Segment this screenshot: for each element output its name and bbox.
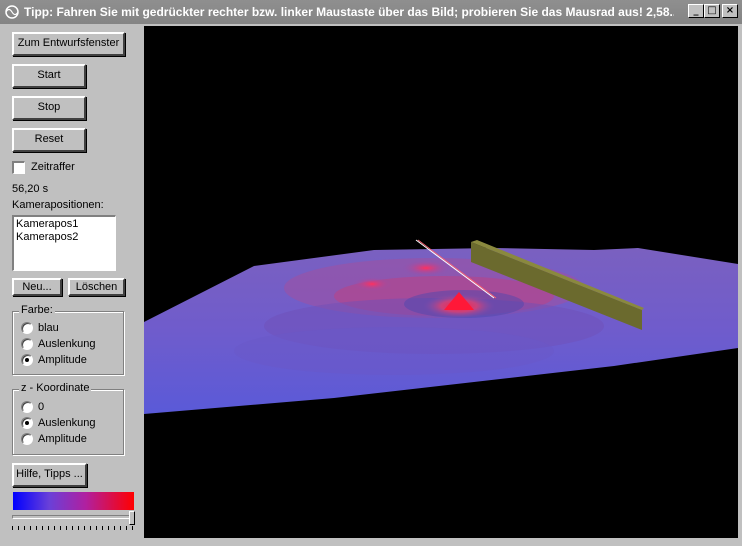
wave-peak	[402, 260, 450, 276]
timelapse-checkbox[interactable]	[12, 161, 25, 174]
slider-thumb[interactable]	[129, 511, 135, 525]
window-title: Tipp: Fahren Sie mit gedrückter rechter …	[24, 5, 674, 19]
radio-button[interactable]	[21, 322, 33, 334]
color-group: Farbe: blau Auslenkung Amplitude	[12, 304, 124, 375]
slider-track[interactable]	[12, 515, 133, 519]
color-group-title: Farbe:	[19, 304, 55, 316]
app-window: Tipp: Fahren Sie mit gedrückter rechter …	[0, 0, 742, 546]
close-button[interactable]: ×	[722, 4, 738, 18]
help-button[interactable]: Hilfe, Tipps ...	[12, 463, 87, 487]
ripple-ring	[234, 327, 554, 375]
design-window-button[interactable]: Zum Entwurfsfenster	[12, 32, 125, 56]
z-coordinate-group: z - Koordinate 0 Auslenkung Amplitude	[12, 382, 124, 455]
new-camera-button[interactable]: Neu...	[12, 278, 62, 296]
delete-camera-button[interactable]: Löschen	[68, 278, 125, 296]
radio-button[interactable]	[21, 417, 33, 429]
radio-label: blau	[38, 322, 59, 334]
radio-button[interactable]	[21, 338, 33, 350]
time-display: 56,20 s	[12, 183, 49, 195]
camera-positions-label: Kamerapositionen:	[12, 199, 104, 211]
radio-label: Amplitude	[38, 433, 87, 445]
app-icon	[5, 5, 19, 19]
list-item[interactable]: Kamerapos2	[16, 231, 113, 244]
title-bar[interactable]: Tipp: Fahren Sie mit gedrückter rechter …	[0, 0, 742, 24]
wave-peak	[352, 277, 392, 291]
start-button[interactable]: Start	[12, 64, 86, 88]
slider-ticks	[12, 526, 133, 530]
maximize-button[interactable]: □	[704, 4, 720, 18]
minimize-button[interactable]: _	[688, 4, 704, 18]
radio-label: Auslenkung	[38, 338, 96, 350]
stop-button[interactable]: Stop	[12, 96, 86, 120]
wave-surface-render[interactable]	[144, 26, 738, 538]
radio-button[interactable]	[21, 433, 33, 445]
z-group-title: z - Koordinate	[19, 382, 92, 394]
list-item[interactable]: Kamerapos1	[16, 218, 113, 231]
radio-label: Auslenkung	[38, 417, 96, 429]
camera-positions-list[interactable]: Kamerapos1 Kamerapos2	[12, 215, 116, 271]
reset-button[interactable]: Reset	[12, 128, 86, 152]
radio-label: Amplitude	[38, 354, 87, 366]
color-scale-bar	[13, 492, 134, 510]
radio-label: 0	[38, 401, 45, 413]
radio-button[interactable]	[21, 354, 33, 366]
timelapse-label: Zeitraffer	[31, 161, 75, 173]
3d-viewport[interactable]	[144, 26, 738, 538]
radio-button[interactable]	[21, 401, 33, 413]
